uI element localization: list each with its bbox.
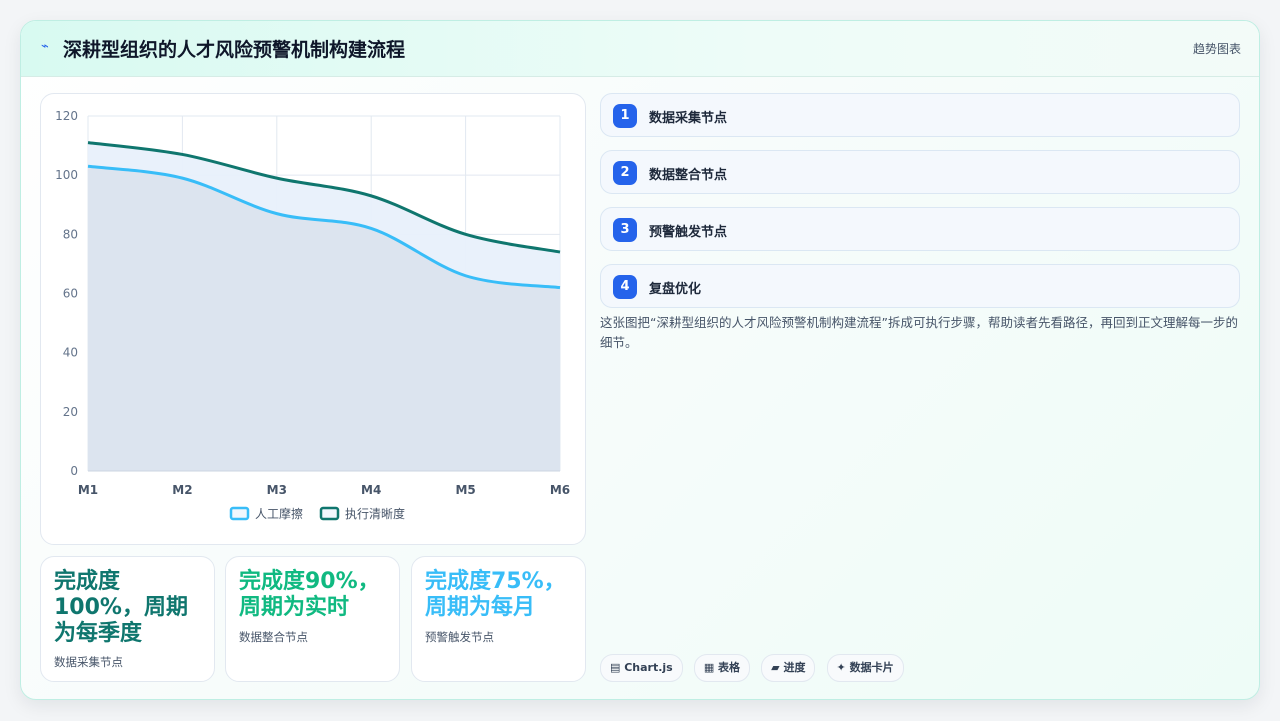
step-label: 数据整合节点: [649, 168, 728, 183]
stat-label: 数据采集节点: [54, 655, 123, 669]
y-tick-label: 100: [55, 168, 78, 182]
step-item[interactable]: 2 数据整合节点: [600, 150, 1240, 194]
y-tick-label: 80: [63, 227, 78, 241]
x-tick-label: M2: [172, 483, 192, 497]
legend-swatch: [229, 506, 250, 521]
stat-value: 完成度90%，周期为实时: [239, 569, 380, 620]
tag-data-card[interactable]: ✦ 数据卡片: [826, 654, 904, 682]
stat-value: 完成度75%，周期为每月: [425, 569, 566, 620]
legend-label: 人工摩擦: [255, 506, 303, 521]
legend-label: 执行清晰度: [345, 506, 405, 521]
step-number-badge: 4: [613, 275, 637, 299]
tag-list: ▤ Chart.js ▦ 表格 ▰ 进度 ✦ 数据卡片: [600, 654, 910, 682]
x-tick-label: M5: [455, 483, 475, 497]
stat-card: 完成度75%，周期为每月 预警触发节点: [411, 556, 586, 682]
tag-progress[interactable]: ▰ 进度: [761, 654, 816, 682]
step-item[interactable]: 1 数据采集节点: [600, 93, 1240, 137]
step-label: 数据采集节点: [649, 111, 728, 126]
x-tick-label: M6: [550, 483, 570, 497]
stat-card: 完成度90%，周期为实时 数据整合节点: [225, 556, 400, 682]
step-label: 复盘优化: [649, 282, 702, 297]
stat-value: 完成度100%，周期为每季度: [54, 569, 188, 646]
chart-panel: 0 20 40 60 80 100 120 M1 M2 M3 M4 M5 M6 人工摩擦 执行清晰度: [40, 93, 586, 545]
tag-table[interactable]: ▦ 表格: [693, 654, 751, 682]
y-tick-label: 40: [63, 346, 78, 360]
step-list: 1 数据采集节点 2 数据整合节点 3 预警触发节点 4 复盘优化: [600, 93, 1240, 321]
legend-swatch: [319, 506, 340, 521]
bolt-icon: ⌁: [41, 39, 49, 54]
step-number-badge: 3: [613, 218, 637, 242]
x-tick-label: M4: [361, 483, 381, 497]
step-item[interactable]: 3 预警触发节点: [600, 207, 1240, 251]
step-item[interactable]: 4 复盘优化: [600, 264, 1240, 308]
y-tick-label: 0: [70, 464, 78, 478]
page-title: 深耕型组织的人才风险预警机制构建流程: [63, 39, 406, 61]
page-header: ⌁ 深耕型组织的人才风险预警机制构建流程 趋势图表: [21, 21, 1259, 77]
y-tick-label: 60: [63, 287, 78, 301]
stat-card: 完成度100%，周期为每季度 数据采集节点: [40, 556, 215, 682]
stat-label: 数据整合节点: [239, 630, 308, 644]
x-tick-label: M3: [267, 483, 287, 497]
x-tick-label: M1: [78, 483, 98, 497]
chart-description: 这张图把“深耕型组织的人才风险预警机制构建流程”拆成可执行步骤，帮助读者先看路径…: [600, 315, 1238, 350]
trend-chart-link[interactable]: 趋势图表: [1193, 40, 1241, 57]
step-label: 预警触发节点: [649, 225, 728, 240]
y-tick-label: 120: [55, 109, 78, 123]
step-number-badge: 2: [613, 161, 637, 185]
stat-label: 预警触发节点: [425, 630, 494, 644]
step-number-badge: 1: [613, 104, 637, 128]
y-tick-label: 20: [63, 405, 78, 419]
tag-chartjs[interactable]: ▤ Chart.js: [600, 654, 683, 682]
main-card: ⌁ 深耕型组织的人才风险预警机制构建流程 趋势图表 0 20 40 60 80 100 12…: [20, 20, 1260, 700]
line-chart: 0 20 40 60 80 100 120 M1 M2 M3 M4 M5 M6 人工摩擦 执行清晰度: [55, 109, 570, 521]
